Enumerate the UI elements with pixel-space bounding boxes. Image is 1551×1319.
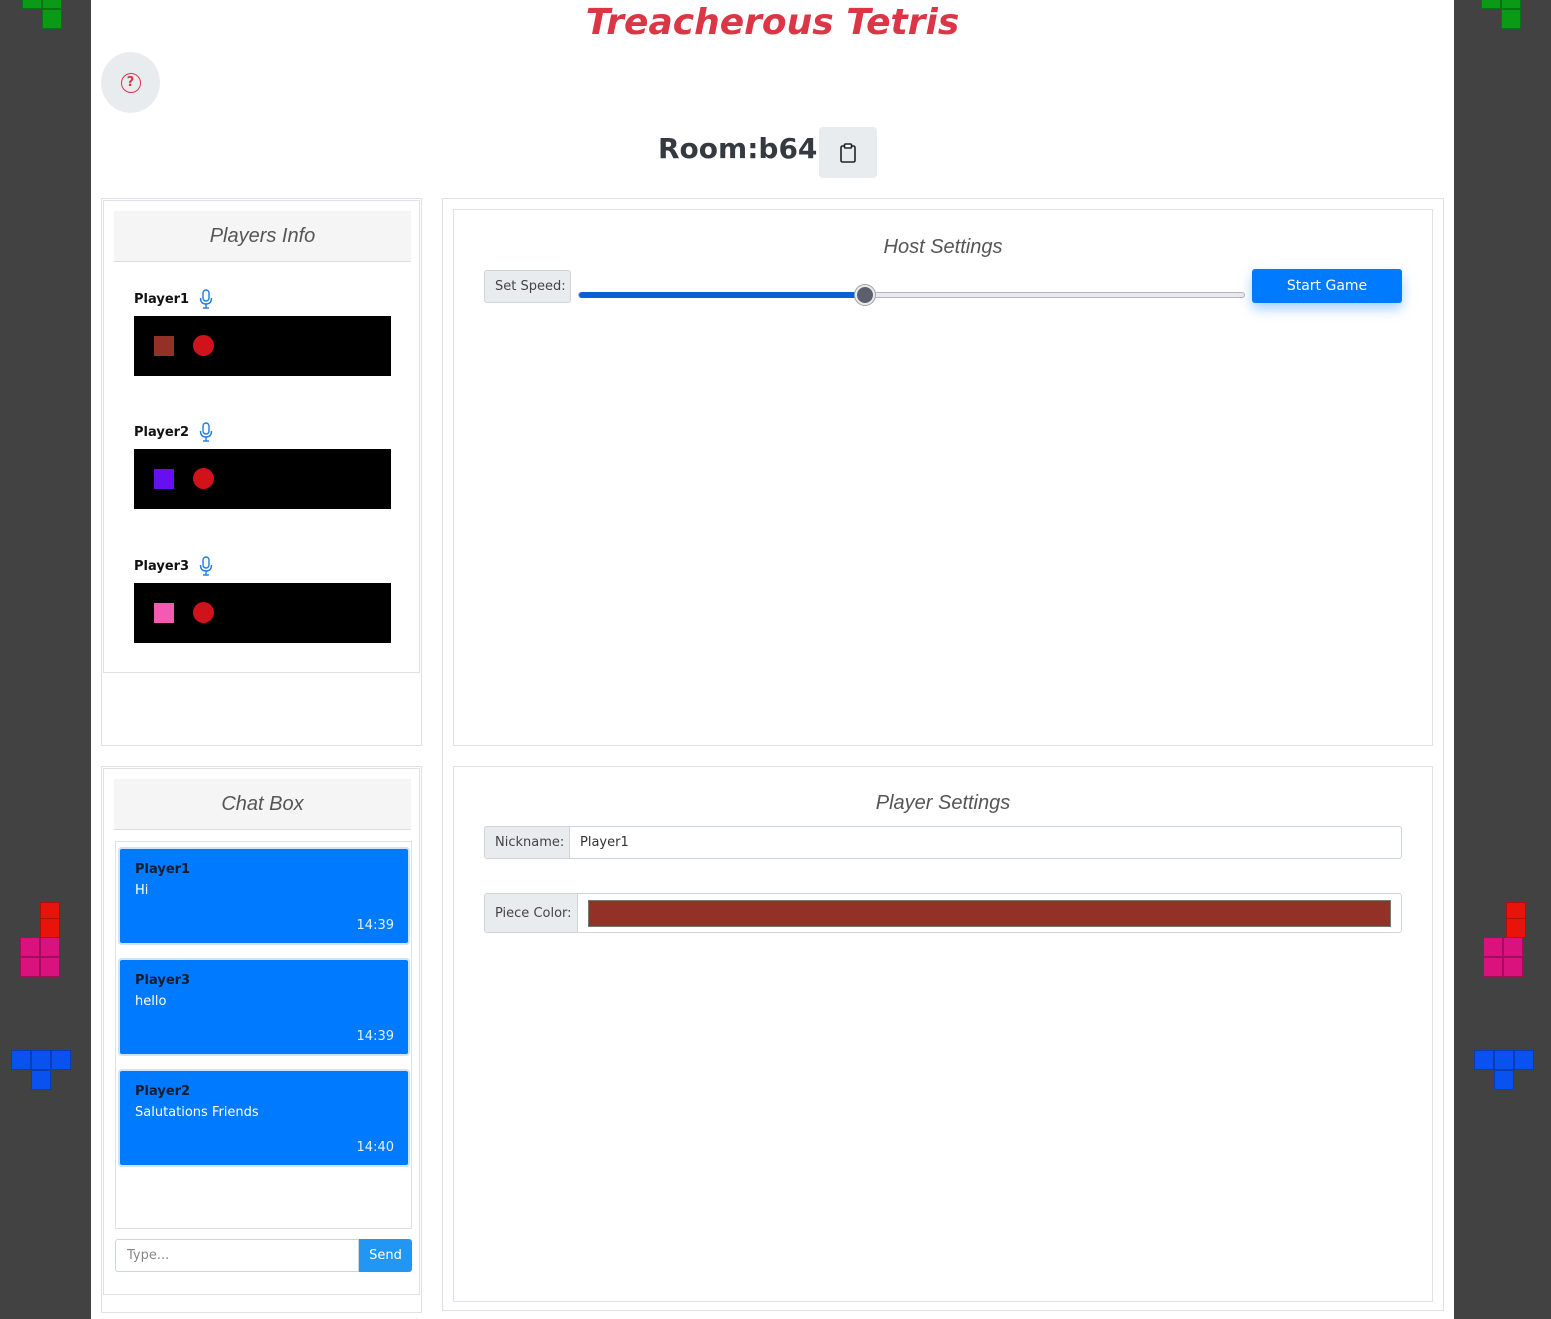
tetromino-block (1474, 1050, 1494, 1070)
tetromino-block (42, 0, 62, 9)
right-decor-column (1454, 0, 1551, 1319)
players-info-card: Players Info Player1 Player2 Player3 (101, 198, 422, 746)
tetromino-block (42, 9, 62, 29)
tetromino-block (1494, 1050, 1514, 1070)
clipboard-icon (840, 142, 856, 163)
room-label: Room:b645 (658, 132, 837, 165)
message-author: Player1 (135, 862, 191, 877)
main-panel: Treacherous Tetris ? Room:b645 Players I… (91, 0, 1454, 1319)
message-text: Hi (135, 883, 149, 898)
player-name: Player3 (134, 559, 190, 574)
message-time: 14:39 (356, 1029, 394, 1044)
player-name: Player1 (134, 292, 190, 307)
tetromino-block (31, 1050, 51, 1070)
tetromino-block (20, 937, 40, 957)
message-author: Player3 (135, 973, 191, 988)
piece-color-swatch[interactable] (588, 900, 1391, 927)
tetromino-block (1506, 918, 1526, 938)
chat-message: Player3 hello 14:39 (118, 958, 410, 1056)
tetromino-block (31, 1070, 51, 1090)
player-color-square (154, 469, 174, 489)
tetromino-block (11, 1050, 31, 1070)
tetromino-block (1503, 937, 1523, 957)
players-info-title: Players Info (114, 211, 411, 262)
tetromino-block (22, 0, 42, 9)
chat-message: Player1 Hi 14:39 (118, 847, 410, 945)
status-dot (193, 335, 214, 356)
nickname-label: Nickname: (484, 826, 570, 859)
chat-title: Chat Box (114, 779, 411, 830)
tetromino-block (1483, 937, 1503, 957)
chat-inner: Chat Box Player1 Hi 14:39 Player3 hello … (103, 768, 420, 1295)
players-info-inner: Players Info Player1 Player2 Player3 (103, 200, 420, 673)
speed-slider-thumb[interactable] (855, 285, 875, 305)
tetromino-block (1494, 1070, 1514, 1090)
speed-slider-fill (579, 292, 865, 298)
tetromino-block (40, 918, 60, 938)
player-settings-panel: Player Settings Nickname: Piece Color: (453, 766, 1433, 1302)
tetromino-block (20, 957, 40, 977)
player-status-bar (134, 316, 391, 376)
tetromino-block (1501, 0, 1521, 9)
host-settings-title: Host Settings (883, 236, 1003, 258)
tetromino-block (1481, 0, 1501, 9)
player-settings-title: Player Settings (875, 792, 1011, 814)
nickname-input[interactable] (569, 826, 1402, 859)
status-dot (193, 602, 214, 623)
player-color-square (154, 603, 174, 623)
chat-message: Player2 Salutations Friends 14:40 (118, 1069, 410, 1167)
start-game-button[interactable]: Start Game (1252, 269, 1402, 303)
message-time: 14:40 (356, 1140, 394, 1155)
message-author: Player2 (135, 1084, 191, 1099)
microphone-icon[interactable] (199, 289, 213, 309)
tetromino-block (40, 957, 60, 977)
host-settings-panel: Host Settings Set Speed: Start Game (453, 209, 1433, 746)
tetromino-block (1501, 9, 1521, 29)
message-text: hello (135, 994, 167, 1009)
message-text: Salutations Friends (135, 1105, 259, 1120)
app-title: Treacherous Tetris (585, 2, 960, 43)
chat-message-list[interactable]: Player1 Hi 14:39 Player3 hello 14:39 Pla… (115, 841, 412, 1229)
piece-color-label: Piece Color: (484, 893, 578, 933)
chat-card: Chat Box Player1 Hi 14:39 Player3 hello … (101, 766, 422, 1313)
tetromino-block (51, 1050, 71, 1070)
speed-slider[interactable] (578, 285, 1245, 305)
player-status-bar (134, 449, 391, 509)
player-name: Player2 (134, 425, 190, 440)
left-decor-column (0, 0, 91, 1319)
question-icon: ? (120, 72, 141, 93)
help-button[interactable]: ? (101, 52, 160, 113)
microphone-icon[interactable] (199, 556, 213, 576)
microphone-icon[interactable] (199, 422, 213, 442)
player-status-bar (134, 583, 391, 643)
piece-color-picker[interactable] (577, 893, 1402, 933)
send-button[interactable]: Send (359, 1239, 412, 1272)
speed-label: Set Speed: (484, 270, 571, 303)
tetromino-block (1503, 957, 1523, 977)
settings-card: Host Settings Set Speed: Start Game Play… (442, 198, 1444, 1311)
tetromino-block (1483, 957, 1503, 977)
tetromino-block (40, 937, 60, 957)
status-dot (193, 468, 214, 489)
message-time: 14:39 (356, 918, 394, 933)
chat-input[interactable] (115, 1239, 359, 1272)
tetromino-block (1514, 1050, 1534, 1070)
copy-room-button[interactable] (819, 127, 877, 178)
player-color-square (154, 336, 174, 356)
